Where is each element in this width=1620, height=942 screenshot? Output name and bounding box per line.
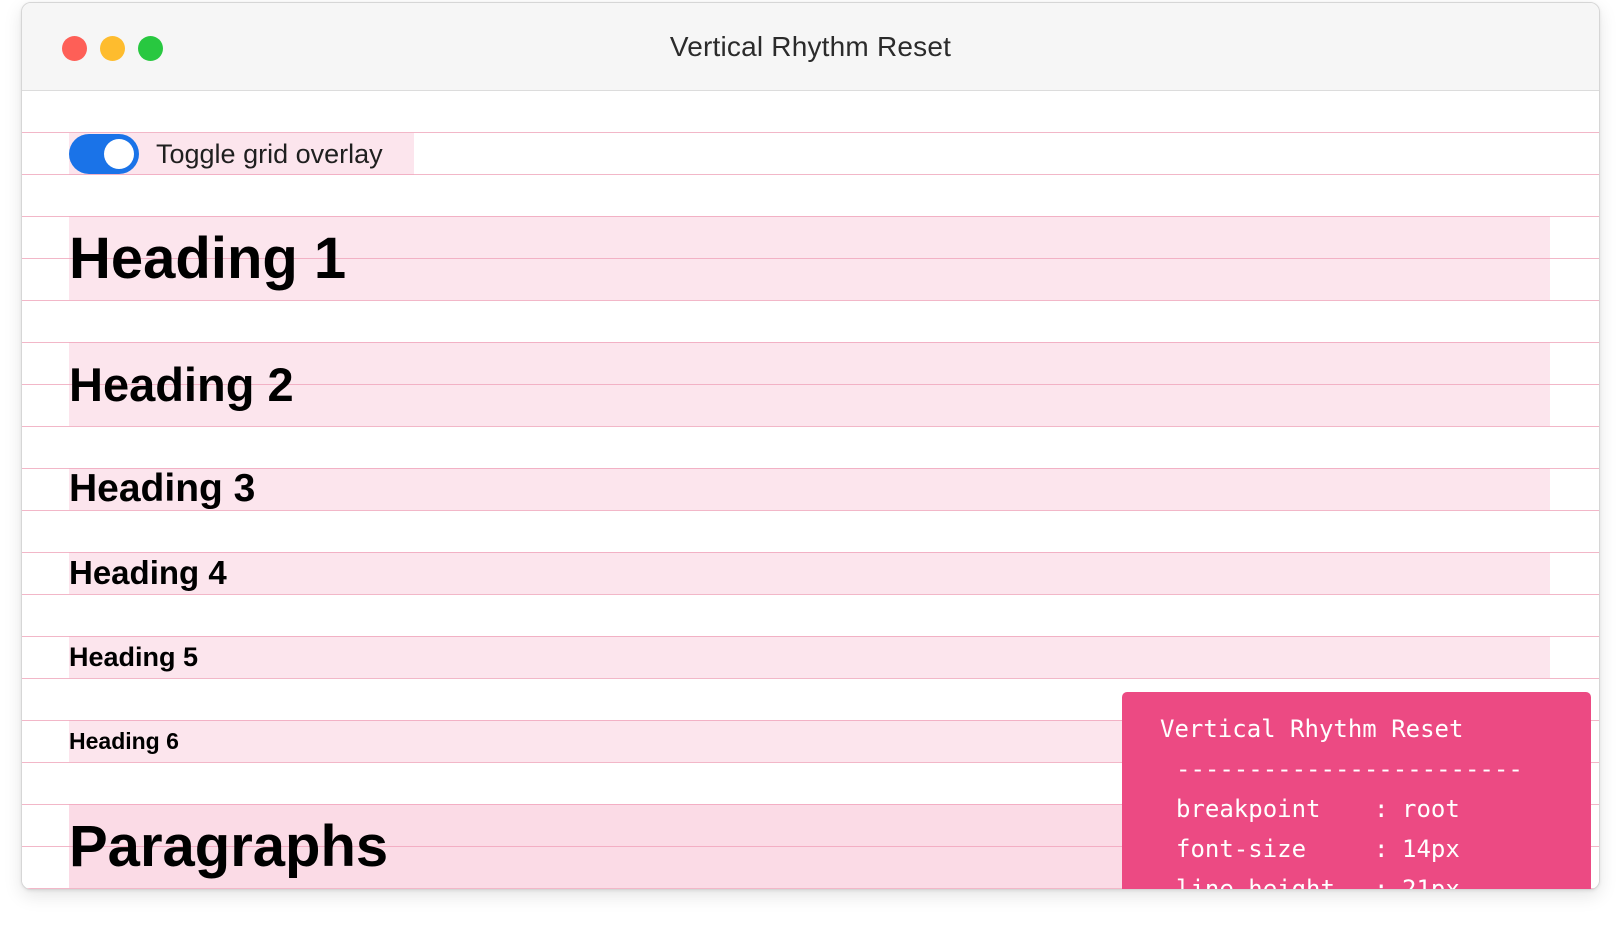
grid-overlay-toggle-row[interactable]: Toggle grid overlay bbox=[69, 133, 414, 175]
info-separator: : bbox=[1374, 875, 1389, 890]
toggle-knob bbox=[104, 139, 134, 169]
info-value: 14px bbox=[1402, 835, 1460, 863]
info-value: root bbox=[1402, 795, 1460, 823]
heading-4: Heading 4 bbox=[69, 552, 1550, 594]
info-key: breakpoint bbox=[1176, 795, 1321, 823]
info-row-line-height: line-height:21px bbox=[1176, 874, 1591, 890]
title-bar: Vertical Rhythm Reset bbox=[22, 3, 1599, 91]
window-title: Vertical Rhythm Reset bbox=[669, 31, 952, 62]
info-panel-divider: ------------------------ bbox=[1176, 755, 1523, 783]
info-row-breakpoint: breakpoint: root bbox=[1176, 794, 1591, 834]
info-separator: : bbox=[1374, 795, 1389, 823]
content-area: Toggle grid overlay Heading 1 Heading 2 … bbox=[22, 91, 1599, 889]
app-window: Vertical Rhythm Reset Toggle grid overla… bbox=[21, 2, 1600, 890]
info-key: line-height bbox=[1176, 875, 1335, 890]
heading-2: Heading 2 bbox=[69, 342, 1550, 426]
heading-1: Heading 1 bbox=[69, 216, 1550, 300]
toggle-label: Toggle grid overlay bbox=[156, 138, 383, 169]
heading-5: Heading 5 bbox=[69, 636, 1550, 678]
info-panel-title: Vertical Rhythm Reset bbox=[1160, 715, 1464, 743]
rhythm-info-panel: Vertical Rhythm Reset ------------------… bbox=[1122, 692, 1591, 890]
heading-3: Heading 3 bbox=[69, 467, 1550, 510]
info-key: font-size bbox=[1176, 835, 1307, 863]
info-separator: : bbox=[1374, 835, 1389, 863]
grid-overlay-toggle[interactable] bbox=[69, 134, 139, 174]
info-row-font-size: font-size:14px bbox=[1176, 834, 1591, 874]
info-value: 21px bbox=[1402, 875, 1460, 890]
